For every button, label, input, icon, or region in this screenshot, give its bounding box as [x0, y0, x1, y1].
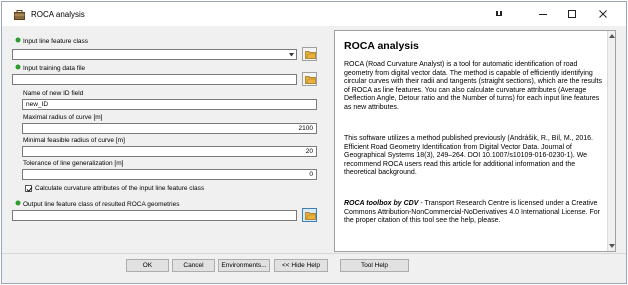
- scroll-down-icon[interactable]: [609, 244, 615, 248]
- id-field-input[interactable]: new_ID: [22, 99, 317, 110]
- help-paragraph-license: ROCA toolbox by CDV - Transport Research…: [344, 200, 602, 226]
- calc-attributes-label[interactable]: Calculate curvature attributes of the in…: [35, 185, 204, 192]
- folder-icon: [305, 212, 316, 220]
- required-dot-icon: [15, 37, 21, 43]
- input-line-label: Input line feature class: [23, 38, 89, 45]
- pin-button[interactable]: [491, 7, 507, 21]
- folder-icon: [305, 76, 316, 84]
- help-scrollbar[interactable]: [607, 31, 615, 251]
- input-training-field[interactable]: [12, 74, 297, 85]
- tolerance-label: Tolerance of line generalization [m]: [23, 160, 124, 167]
- hide-help-button[interactable]: << Hide Help: [274, 259, 328, 272]
- toolbox-app-icon: [14, 10, 25, 20]
- help-license-emphasis: ROCA toolbox by CDV: [344, 200, 419, 207]
- calc-attributes-checkbox[interactable]: [25, 185, 33, 193]
- title-bar[interactable]: ROCA analysis: [2, 2, 626, 26]
- browse-output-button[interactable]: [302, 208, 317, 222]
- help-paragraph-citation: This software utilizes a method publishe…: [344, 135, 593, 177]
- environments-button[interactable]: Environments...: [218, 259, 270, 272]
- required-dot-icon: [15, 200, 21, 206]
- pin-icon: [496, 11, 502, 16]
- button-bar: OK Cancel Environments... << Hide Help T…: [2, 253, 626, 283]
- roca-analysis-window: ROCA analysis Input line feature class I…: [1, 1, 627, 284]
- tolerance-input[interactable]: 0: [22, 169, 317, 180]
- help-title: ROCA analysis: [344, 40, 419, 52]
- browse-training-file-button[interactable]: [302, 72, 317, 86]
- maximize-icon: [568, 10, 576, 18]
- browse-input-line-button[interactable]: [302, 47, 317, 61]
- parameters-panel: Input line feature class Input training …: [12, 30, 323, 252]
- minimize-button[interactable]: [535, 7, 551, 21]
- chevron-down-icon[interactable]: [289, 53, 294, 57]
- max-radius-value: 2100: [298, 125, 313, 132]
- input-training-label: Input training data file: [23, 65, 86, 72]
- minimize-icon: [539, 14, 547, 15]
- input-line-dropdown[interactable]: [12, 49, 297, 60]
- scroll-up-icon[interactable]: [609, 34, 615, 38]
- min-radius-input[interactable]: 20: [22, 146, 317, 157]
- help-panel: ROCA analysis ROCA (Road Curvature Analy…: [334, 30, 616, 252]
- close-icon: [599, 10, 607, 18]
- max-radius-input[interactable]: 2100: [22, 123, 317, 134]
- output-line-field[interactable]: [12, 210, 297, 221]
- folder-icon: [305, 51, 316, 59]
- max-radius-label: Maximal radius of curve [m]: [23, 114, 103, 121]
- min-radius-label: Minimal feasible radius of curve [m]: [23, 137, 125, 144]
- output-line-label: Output line feature class of resulted RO…: [23, 201, 180, 208]
- required-dot-icon: [15, 64, 21, 70]
- id-field-value: new_ID: [26, 101, 49, 108]
- id-field-label: Name of new ID field: [23, 90, 84, 97]
- close-button[interactable]: [595, 7, 611, 21]
- checkmark-icon: [26, 186, 33, 193]
- cancel-button[interactable]: Cancel: [172, 259, 215, 272]
- min-radius-value: 20: [305, 148, 313, 155]
- ok-button[interactable]: OK: [126, 259, 169, 272]
- tolerance-value: 0: [309, 171, 313, 178]
- maximize-button[interactable]: [564, 7, 580, 21]
- tool-help-button[interactable]: Tool Help: [340, 259, 409, 272]
- window-title: ROCA analysis: [31, 10, 85, 19]
- help-paragraph-description: ROCA (Road Curvature Analyst) is a tool …: [344, 61, 602, 111]
